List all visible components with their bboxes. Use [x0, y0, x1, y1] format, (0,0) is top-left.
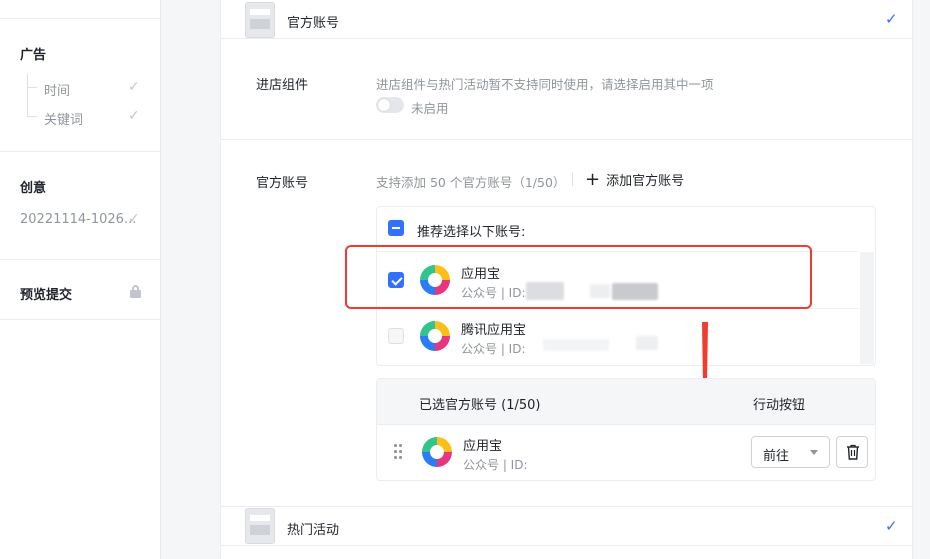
selected-account-meta: 公众号 | ID:: [463, 458, 528, 472]
delete-button[interactable]: [836, 436, 868, 468]
tree-line: [27, 74, 28, 116]
selected-account-name: 应用宝: [463, 439, 503, 454]
account-checkbox[interactable]: [388, 328, 404, 344]
sidebar-section-ad[interactable]: 广告: [20, 44, 46, 63]
divider: [221, 139, 912, 140]
select-value: 前往: [763, 449, 790, 464]
account-meta: 公众号 | ID:: [461, 342, 526, 356]
chevron-down-icon: [810, 450, 818, 455]
trash-icon: [847, 444, 859, 460]
check-icon: ✓: [128, 108, 140, 124]
sidebar-section-preview[interactable]: 预览提交: [20, 284, 72, 303]
check-icon: ✓: [128, 211, 140, 227]
yingyongbao-logo-icon: [422, 437, 452, 467]
drag-handle-icon[interactable]: [394, 444, 402, 460]
divider: [221, 38, 912, 39]
sidebar-divider: [0, 319, 160, 320]
divider: [572, 172, 573, 186]
toggle-status-label: 未启用: [411, 101, 449, 116]
tree-branch: [27, 87, 37, 88]
sidebar-section-creative[interactable]: 创意: [20, 177, 46, 196]
account-name: 腾讯应用宝: [461, 323, 527, 338]
sidebar-divider: [0, 18, 160, 19]
select-all-checkbox[interactable]: [388, 220, 404, 236]
step-title-official-account[interactable]: 官方账号: [287, 12, 339, 31]
action-header: 行动按钮: [753, 398, 806, 413]
add-button-label: 添加官方账号: [606, 174, 685, 189]
step-thumbnail-icon: [245, 2, 275, 38]
tree-branch: [27, 116, 37, 117]
store-component-label: 进店组件: [256, 78, 309, 93]
check-icon: ✓: [128, 79, 140, 95]
divider: [221, 506, 912, 507]
store-component-toggle[interactable]: [376, 97, 404, 113]
sidebar-divider: [0, 151, 160, 152]
check-icon: ✓: [885, 10, 898, 28]
action-button-select[interactable]: 前往: [751, 436, 830, 468]
sidebar-divider: [0, 259, 160, 260]
step-title-hot-activity[interactable]: 热门活动: [287, 519, 339, 538]
plus-icon: +: [585, 168, 601, 190]
store-component-hint: 进店组件与热门活动暂不支持同时使用，请选择启用其中一项: [376, 77, 714, 92]
lock-icon: [130, 285, 141, 298]
official-account-label: 官方账号: [256, 176, 309, 191]
redacted-id: [543, 339, 609, 351]
sidebar-item-time[interactable]: 时间: [44, 80, 70, 99]
divider: [221, 545, 912, 546]
recommend-title: 推荐选择以下账号:: [417, 225, 526, 240]
redacted-id: [636, 336, 658, 350]
sidebar: 广告 时间 ✓ 关键词 ✓ 创意 20221114-1026... ✓ 预览提交: [0, 0, 161, 559]
selected-header: 已选官方账号 (1/50): [419, 398, 541, 413]
sidebar-item-creative[interactable]: 20221114-1026...: [20, 212, 136, 227]
check-icon: ✓: [885, 517, 898, 535]
add-official-account-button[interactable]: + 添加官方账号: [585, 170, 684, 189]
support-text: 支持添加 50 个官方账号（1/50）: [376, 175, 566, 190]
step-thumbnail-icon: [245, 508, 275, 544]
highlight-annotation: [345, 245, 812, 309]
scrollbar[interactable]: [860, 252, 874, 364]
yingyongbao-logo-icon: [420, 321, 450, 351]
sidebar-item-keywords[interactable]: 关键词: [44, 109, 83, 128]
